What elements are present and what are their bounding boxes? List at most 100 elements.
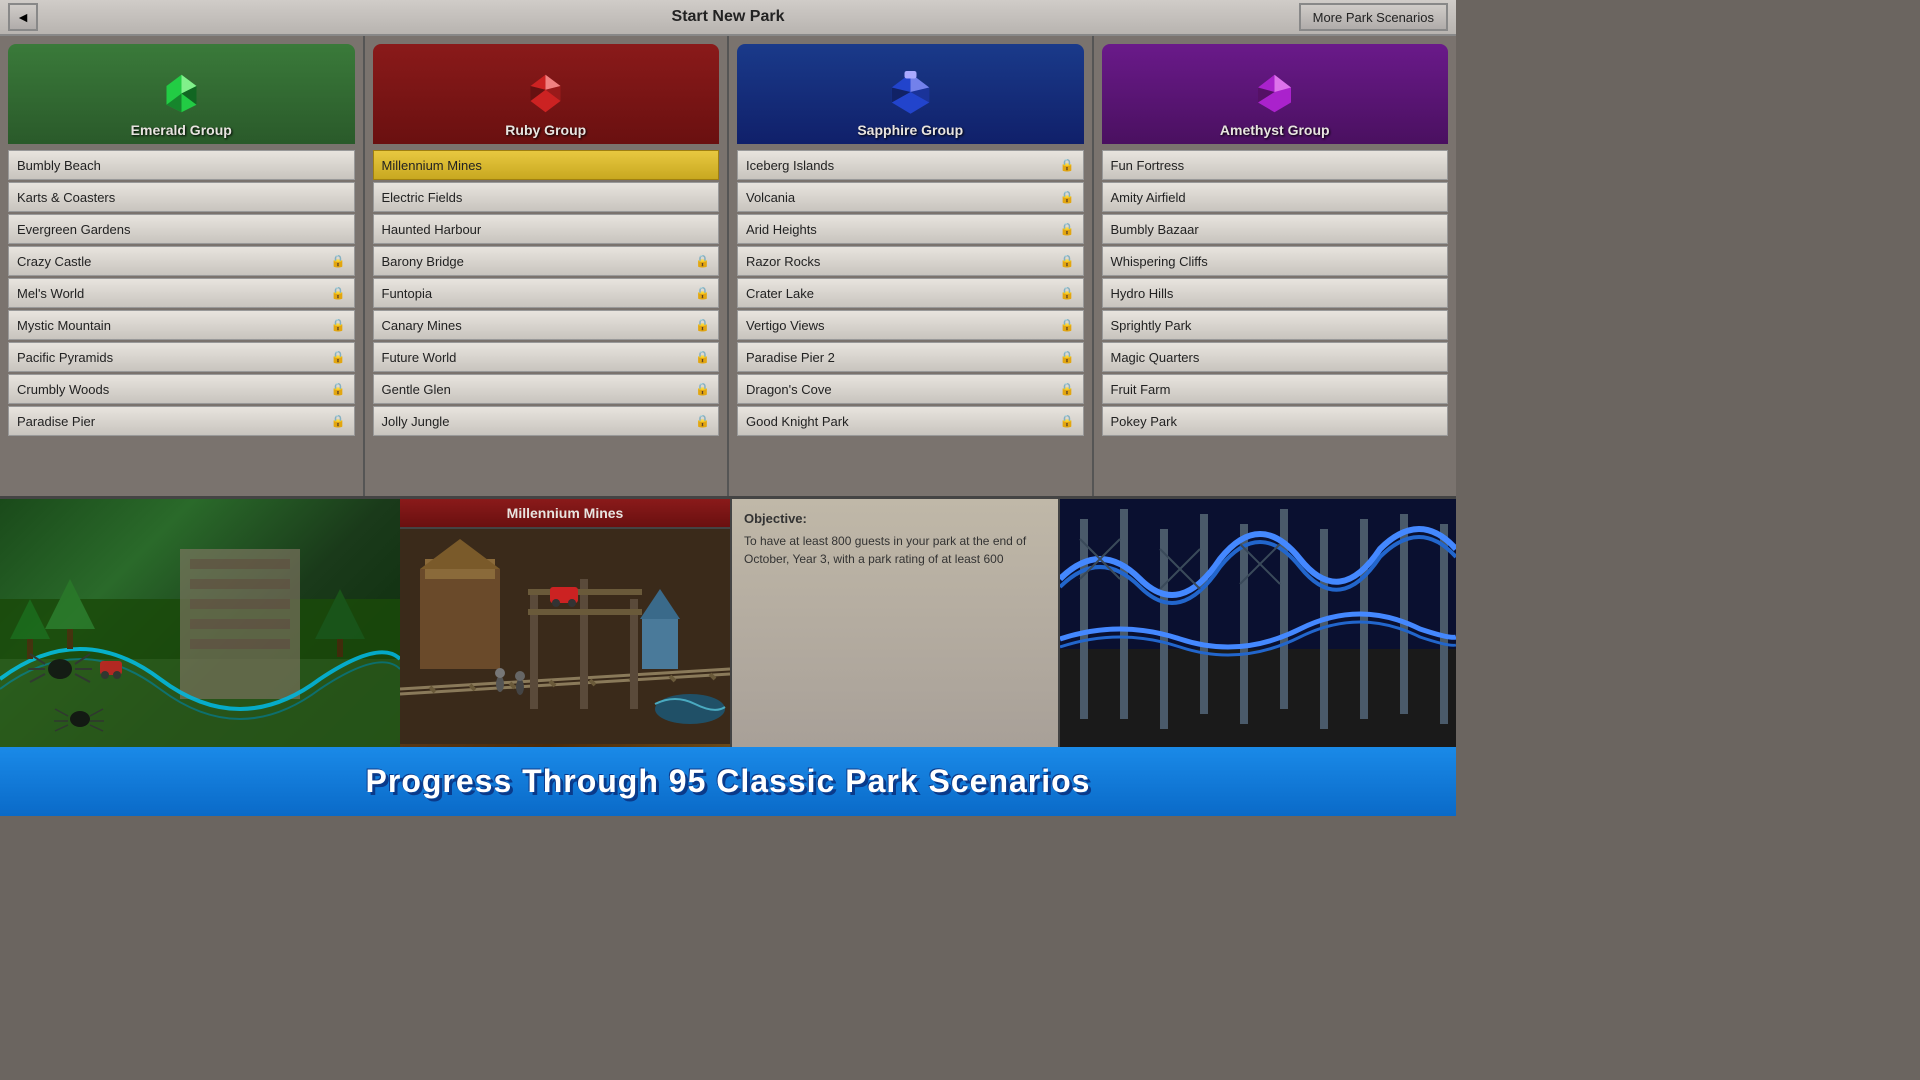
- scenario-item[interactable]: Amity Airfield: [1102, 182, 1449, 212]
- lock-icon: 🔒: [331, 414, 346, 428]
- lock-icon: 🔒: [1060, 254, 1075, 268]
- scenario-item[interactable]: Pacific Pyramids 🔒: [8, 342, 355, 372]
- scenario-name: Paradise Pier: [17, 414, 95, 429]
- preview-center-image: [400, 529, 730, 747]
- lock-icon: 🔒: [695, 286, 710, 300]
- scenario-item[interactable]: Mel's World 🔒: [8, 278, 355, 308]
- objective-label: Objective:: [744, 511, 1046, 526]
- lock-icon: 🔒: [695, 318, 710, 332]
- scenario-name: Volcania: [746, 190, 795, 205]
- scenario-item[interactable]: Canary Mines 🔒: [373, 310, 720, 340]
- ruby-group-name: Ruby Group: [505, 122, 586, 138]
- scenario-item[interactable]: Crumbly Woods 🔒: [8, 374, 355, 404]
- scenario-item[interactable]: Gentle Glen🔒: [373, 374, 720, 404]
- scenario-item[interactable]: Whispering Cliffs: [1102, 246, 1449, 276]
- scenario-item[interactable]: Iceberg Islands🔒: [737, 150, 1084, 180]
- scenario-name: Amity Airfield: [1111, 190, 1186, 205]
- scenario-item[interactable]: Arid Heights 🔒: [737, 214, 1084, 244]
- scenario-item[interactable]: Fruit Farm: [1102, 374, 1449, 404]
- scenario-list-ruby: Millennium Mines Electric Fields Haunted H…: [373, 150, 720, 488]
- scenario-item[interactable]: Bumbly Beach: [8, 150, 355, 180]
- sapphire-gem-icon: [885, 68, 935, 118]
- scenario-name: Arid Heights: [746, 222, 817, 237]
- scenario-name: Vertigo Views: [746, 318, 825, 333]
- scenario-name: Funtopia: [382, 286, 433, 301]
- scenario-name: Evergreen Gardens: [17, 222, 130, 237]
- group-header-amethyst: Amethyst Group: [1102, 44, 1449, 144]
- title-bar: ◄ Start New Park More Park Scenarios: [0, 0, 1456, 36]
- objective-text: To have at least 800 guests in your park…: [744, 532, 1046, 568]
- lock-icon: 🔒: [1060, 222, 1075, 236]
- scenario-name: Bumbly Bazaar: [1111, 222, 1199, 237]
- scenario-name: Mel's World: [17, 286, 84, 301]
- scenario-item[interactable]: Magic Quarters: [1102, 342, 1449, 372]
- scenario-name: Magic Quarters: [1111, 350, 1200, 365]
- scenario-name: Crumbly Woods: [17, 382, 109, 397]
- scenario-item[interactable]: Crater Lake 🔒: [737, 278, 1084, 308]
- scenario-name: Crater Lake: [746, 286, 814, 301]
- group-header-emerald: Emerald Group: [8, 44, 355, 144]
- preview-center: Millennium Mines: [400, 499, 730, 747]
- scenario-name: Electric Fields: [382, 190, 463, 205]
- scenario-item[interactable]: Haunted Harbour: [373, 214, 720, 244]
- scenario-item[interactable]: Barony Bridge 🔒: [373, 246, 720, 276]
- lock-icon: 🔒: [331, 318, 346, 332]
- scenario-list-sapphire: Iceberg Islands🔒Volcania🔒Arid Heights🔒Ra…: [737, 150, 1084, 488]
- preview-title: Millennium Mines: [400, 499, 730, 529]
- preview-area: Millennium Mines: [0, 496, 1456, 744]
- emerald-gem-icon: [156, 68, 206, 118]
- lock-icon: 🔒: [331, 286, 346, 300]
- lock-icon: 🔒: [331, 350, 346, 364]
- scenario-item[interactable]: Fun Fortress: [1102, 150, 1449, 180]
- scenario-item[interactable]: Paradise Pier 🔒: [8, 406, 355, 436]
- scenario-name: Haunted Harbour: [382, 222, 482, 237]
- scenario-item[interactable]: Pokey Park: [1102, 406, 1449, 436]
- scenario-item[interactable]: Mystic Mountain 🔒: [8, 310, 355, 340]
- scenario-name: Hydro Hills: [1111, 286, 1174, 301]
- scenario-item[interactable]: Dragon's Cove🔒: [737, 374, 1084, 404]
- scenario-name: Crazy Castle: [17, 254, 91, 269]
- scenario-item[interactable]: Future World🔒: [373, 342, 720, 372]
- group-panel-sapphire: Sapphire Group Iceberg Islands🔒 Volcania 🔒…: [729, 36, 1094, 496]
- scenario-name: Gentle Glen: [382, 382, 451, 397]
- lock-icon: 🔒: [1060, 190, 1075, 204]
- banner: Progress Through 95 Classic Park Scenari…: [0, 744, 1456, 816]
- scenario-item[interactable]: Good Knight Park🔒: [737, 406, 1084, 436]
- scenario-item[interactable]: Evergreen Gardens: [8, 214, 355, 244]
- more-scenarios-button[interactable]: More Park Scenarios: [1299, 3, 1448, 31]
- scenario-name: Karts & Coasters: [17, 190, 115, 205]
- scenario-name: Dragon's Cove: [746, 382, 832, 397]
- scenario-item[interactable]: Funtopia 🔒: [373, 278, 720, 308]
- banner-text: Progress Through 95 Classic Park Scenari…: [366, 763, 1091, 800]
- scenario-item[interactable]: Millennium Mines: [373, 150, 720, 180]
- scenario-name: Pacific Pyramids: [17, 350, 113, 365]
- preview-left-image: [0, 499, 400, 747]
- scenario-item[interactable]: Sprightly Park: [1102, 310, 1449, 340]
- scenario-item[interactable]: Paradise Pier 2🔒: [737, 342, 1084, 372]
- sapphire-group-name: Sapphire Group: [857, 122, 963, 138]
- scenario-item[interactable]: Hydro Hills: [1102, 278, 1449, 308]
- scenario-name: Millennium Mines: [382, 158, 482, 173]
- scenario-name: Barony Bridge: [382, 254, 464, 269]
- scenario-name: Paradise Pier 2: [746, 350, 835, 365]
- lock-icon: 🔒: [1060, 286, 1075, 300]
- scenario-name: Canary Mines: [382, 318, 462, 333]
- lock-icon: 🔒: [331, 382, 346, 396]
- scenario-name: Pokey Park: [1111, 414, 1177, 429]
- scenario-item[interactable]: Karts & Coasters: [8, 182, 355, 212]
- lock-icon: 🔒: [695, 254, 710, 268]
- emerald-group-name: Emerald Group: [131, 122, 232, 138]
- scenario-name: Whispering Cliffs: [1111, 254, 1208, 269]
- scenario-item[interactable]: Crazy Castle🔒: [8, 246, 355, 276]
- back-button[interactable]: ◄: [8, 3, 38, 31]
- lock-icon: 🔒: [1060, 414, 1075, 428]
- scenario-item[interactable]: Vertigo Views🔒: [737, 310, 1084, 340]
- scenario-list-amethyst: Fun Fortress Amity Airfield Bumbly Bazaar W…: [1102, 150, 1449, 488]
- scenario-name: Mystic Mountain: [17, 318, 111, 333]
- scenario-item[interactable]: Bumbly Bazaar: [1102, 214, 1449, 244]
- scenario-item[interactable]: Volcania 🔒: [737, 182, 1084, 212]
- scenario-item[interactable]: Jolly Jungle🔒: [373, 406, 720, 436]
- scenario-item[interactable]: Electric Fields: [373, 182, 720, 212]
- scenario-name: Sprightly Park: [1111, 318, 1192, 333]
- scenario-item[interactable]: Razor Rocks🔒: [737, 246, 1084, 276]
